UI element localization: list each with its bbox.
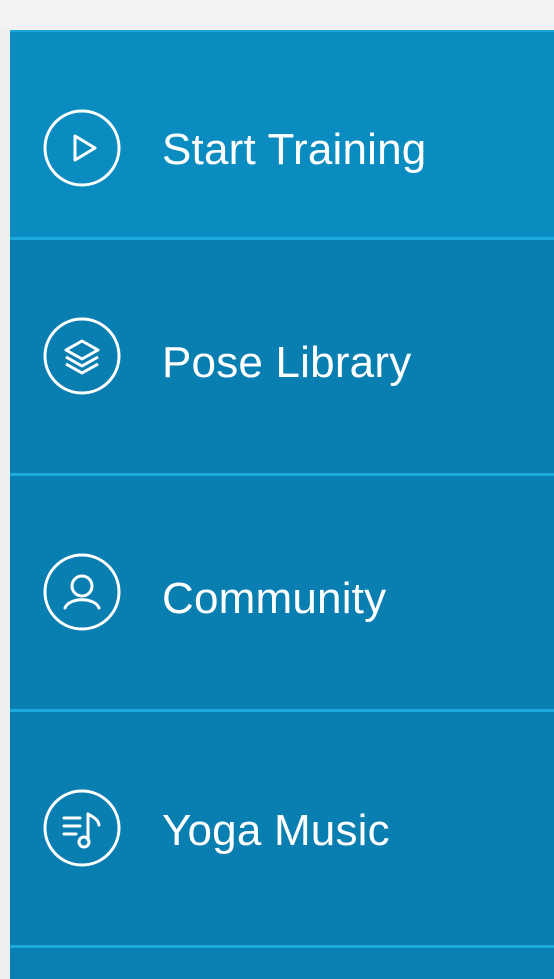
- left-edge: [0, 30, 10, 979]
- menu-item-label: Yoga Music: [162, 806, 390, 855]
- user-icon: [42, 552, 122, 632]
- menu-item-label: Start Training: [162, 125, 427, 174]
- menu-item-label: Pose Library: [162, 338, 412, 387]
- menu-item-pose-library[interactable]: Pose Library: [10, 240, 554, 473]
- navigation-drawer: Start Training Pose Library Community Yo…: [10, 30, 554, 979]
- divider: [10, 945, 554, 948]
- layers-icon: [42, 316, 122, 396]
- menu-item-label: Community: [162, 574, 387, 623]
- music-icon: [42, 788, 122, 868]
- play-icon: [42, 108, 122, 188]
- menu-item-start-training[interactable]: Start Training: [10, 32, 554, 265]
- menu-item-yoga-music[interactable]: Yoga Music: [10, 712, 554, 945]
- top-edge: [0, 0, 554, 30]
- menu-item-community[interactable]: Community: [10, 476, 554, 709]
